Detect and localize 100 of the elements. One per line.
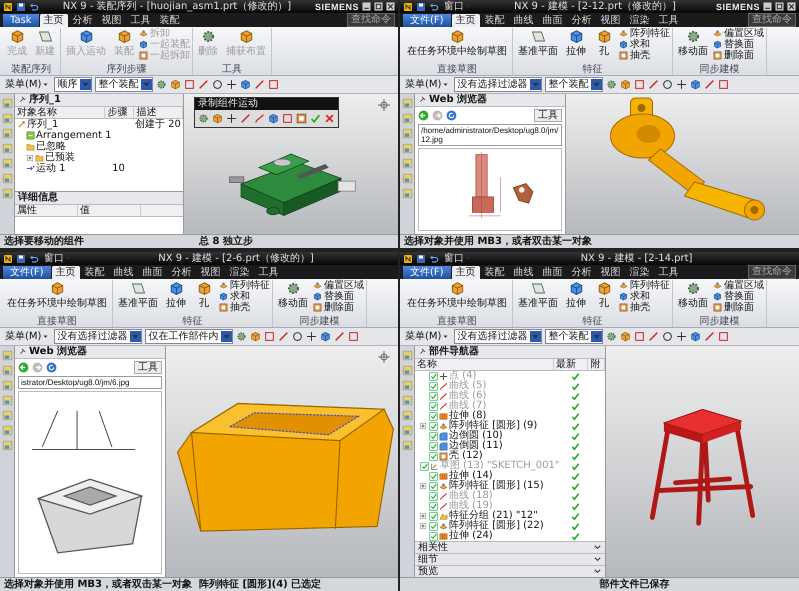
minimize-icon[interactable] — [362, 2, 371, 11]
feature-label[interactable]: 拉伸 (14) — [449, 471, 493, 481]
ribbon-tab[interactable]: 分析 — [68, 14, 97, 27]
command-search-field[interactable]: 查找命令 — [347, 13, 395, 27]
ribbon-button[interactable]: 删除面 — [713, 302, 764, 313]
file-menu-tab[interactable]: 文件(F) — [403, 266, 451, 279]
ribbon-button[interactable]: 在任务环境中绘制草图 — [4, 280, 110, 310]
expand-toggle[interactable] — [419, 522, 427, 530]
ribbon-tab[interactable]: 装配 — [80, 266, 109, 279]
cube-icon[interactable] — [250, 331, 262, 342]
ribbon-button[interactable]: 孔 — [591, 280, 617, 310]
square-icon[interactable] — [282, 113, 293, 124]
ribbon-button[interactable]: 求和 — [619, 291, 670, 302]
checkbox[interactable] — [429, 472, 438, 480]
ribbon-button[interactable]: 删除面 — [313, 302, 364, 313]
ribbon-tab[interactable]: 曲面 — [138, 266, 167, 279]
ribbon-tab[interactable]: 工具 — [654, 266, 683, 279]
checkbox[interactable] — [429, 502, 438, 510]
ribbon-tab[interactable]: 曲线 — [510, 266, 538, 279]
ribbon-button[interactable]: 求和 — [219, 291, 270, 302]
ribbon-tab[interactable]: 视图 — [98, 14, 126, 27]
square-icon[interactable] — [264, 331, 276, 342]
ribbon-tab[interactable]: 渲染 — [626, 14, 654, 27]
checkbox[interactable] — [429, 432, 438, 440]
ribbon-button[interactable]: 求和 — [619, 39, 670, 50]
command-search-field[interactable]: 查找命令 — [748, 265, 796, 279]
checkbox[interactable] — [429, 442, 438, 450]
column-header[interactable]: 名称 — [415, 359, 554, 370]
ribbon-tab[interactable]: 视图 — [196, 266, 225, 279]
checkbox[interactable] — [420, 462, 429, 470]
checkbox[interactable] — [429, 382, 438, 390]
square-icon[interactable] — [718, 331, 730, 342]
expand-toggle[interactable] — [419, 422, 427, 430]
checkbox[interactable] — [429, 452, 438, 460]
menu-button[interactable]: 菜单(M) — [403, 330, 452, 343]
circle-icon[interactable] — [292, 331, 304, 342]
ribbon-tab[interactable]: 装配 — [480, 266, 509, 279]
checkbox[interactable] — [429, 512, 438, 520]
ribbon-tab[interactable]: 曲线 — [110, 266, 138, 279]
line-icon[interactable] — [254, 79, 266, 90]
ribbon-button[interactable]: 阵列特征 — [619, 280, 670, 291]
ribbon-tab[interactable]: 工具 — [254, 266, 283, 279]
tree-item-label[interactable]: Arrangement 1 — [36, 130, 112, 141]
maximize-icon[interactable] — [374, 2, 383, 11]
ribbon-button[interactable]: 拉伸 — [563, 280, 589, 310]
filter-dropdown[interactable]: 整个装配 — [95, 77, 154, 92]
ribbon-tab[interactable]: 主页 — [40, 14, 68, 27]
column-header[interactable]: 步骤 — [105, 107, 134, 118]
address-field[interactable]: /home/administrator/Desktop/ug8.0/jm/12.jpg — [418, 124, 562, 146]
ribbon-button[interactable]: 在任务环境中绘制草图 — [404, 28, 510, 58]
line-icon[interactable] — [198, 79, 210, 90]
square-icon[interactable] — [634, 331, 646, 342]
feature-label[interactable]: 壳 (12) — [449, 451, 483, 461]
ribbon-tab[interactable]: 渲染 — [626, 266, 654, 279]
maximize-icon[interactable] — [775, 2, 784, 11]
window-menu[interactable]: 窗口 — [442, 252, 474, 264]
filter-dropdown[interactable]: 没有选择过滤器 — [454, 329, 542, 344]
section-header[interactable]: 相关性 — [418, 542, 448, 553]
ribbon-button[interactable]: 阵列特征 — [219, 280, 270, 291]
tools-button[interactable]: 工具 — [534, 109, 562, 122]
cross-icon[interactable] — [306, 331, 318, 342]
cancel-icon[interactable] — [324, 113, 335, 124]
line-icon[interactable] — [334, 331, 346, 342]
line-icon[interactable] — [704, 331, 716, 342]
gear-icon[interactable] — [606, 331, 618, 342]
checkbox[interactable] — [429, 372, 438, 380]
ribbon-tab[interactable]: 工具 — [654, 14, 683, 27]
ribbon-button[interactable]: 阵列特征 — [619, 28, 670, 39]
save-icon[interactable] — [416, 254, 426, 264]
checkbox[interactable] — [429, 392, 438, 400]
gear-icon[interactable] — [236, 331, 248, 342]
column-header[interactable]: 值 — [78, 205, 141, 216]
window-menu[interactable]: 窗口 — [442, 0, 474, 12]
curve-icon[interactable] — [254, 113, 265, 124]
ribbon-tab[interactable]: 视图 — [596, 14, 625, 27]
close-icon[interactable] — [386, 2, 395, 11]
shell-icon[interactable] — [296, 113, 307, 124]
save-icon[interactable] — [416, 2, 426, 12]
close-icon[interactable] — [787, 2, 796, 11]
expand-toggle[interactable] — [419, 512, 427, 520]
column-header[interactable]: 对象名称 — [15, 107, 106, 118]
feature-label[interactable]: 拉伸 (8) — [449, 411, 486, 421]
file-menu-tab[interactable]: Task — [3, 14, 39, 27]
cube-icon[interactable] — [240, 79, 252, 90]
menu-button[interactable]: 菜单(M) — [403, 78, 452, 91]
gear-icon[interactable] — [156, 79, 168, 90]
cube-icon[interactable] — [620, 79, 632, 90]
ribbon-tab[interactable]: 装配 — [480, 14, 509, 27]
square-icon[interactable] — [268, 79, 280, 90]
line-icon[interactable] — [278, 331, 290, 342]
ribbon-button[interactable]: 拉伸 — [563, 28, 589, 58]
circle-icon[interactable] — [662, 331, 674, 342]
undo-arrow-icon[interactable] — [429, 2, 439, 12]
ribbon-tab[interactable]: 主页 — [452, 14, 480, 27]
undo-arrow-icon[interactable] — [29, 254, 39, 264]
ribbon-tab[interactable]: 曲面 — [538, 14, 567, 27]
square-icon[interactable] — [184, 79, 196, 90]
ribbon-tab[interactable]: 工具 — [126, 14, 155, 27]
tree-item-label[interactable]: 已预装 — [45, 152, 75, 163]
section-header[interactable]: 预览 — [418, 566, 438, 577]
